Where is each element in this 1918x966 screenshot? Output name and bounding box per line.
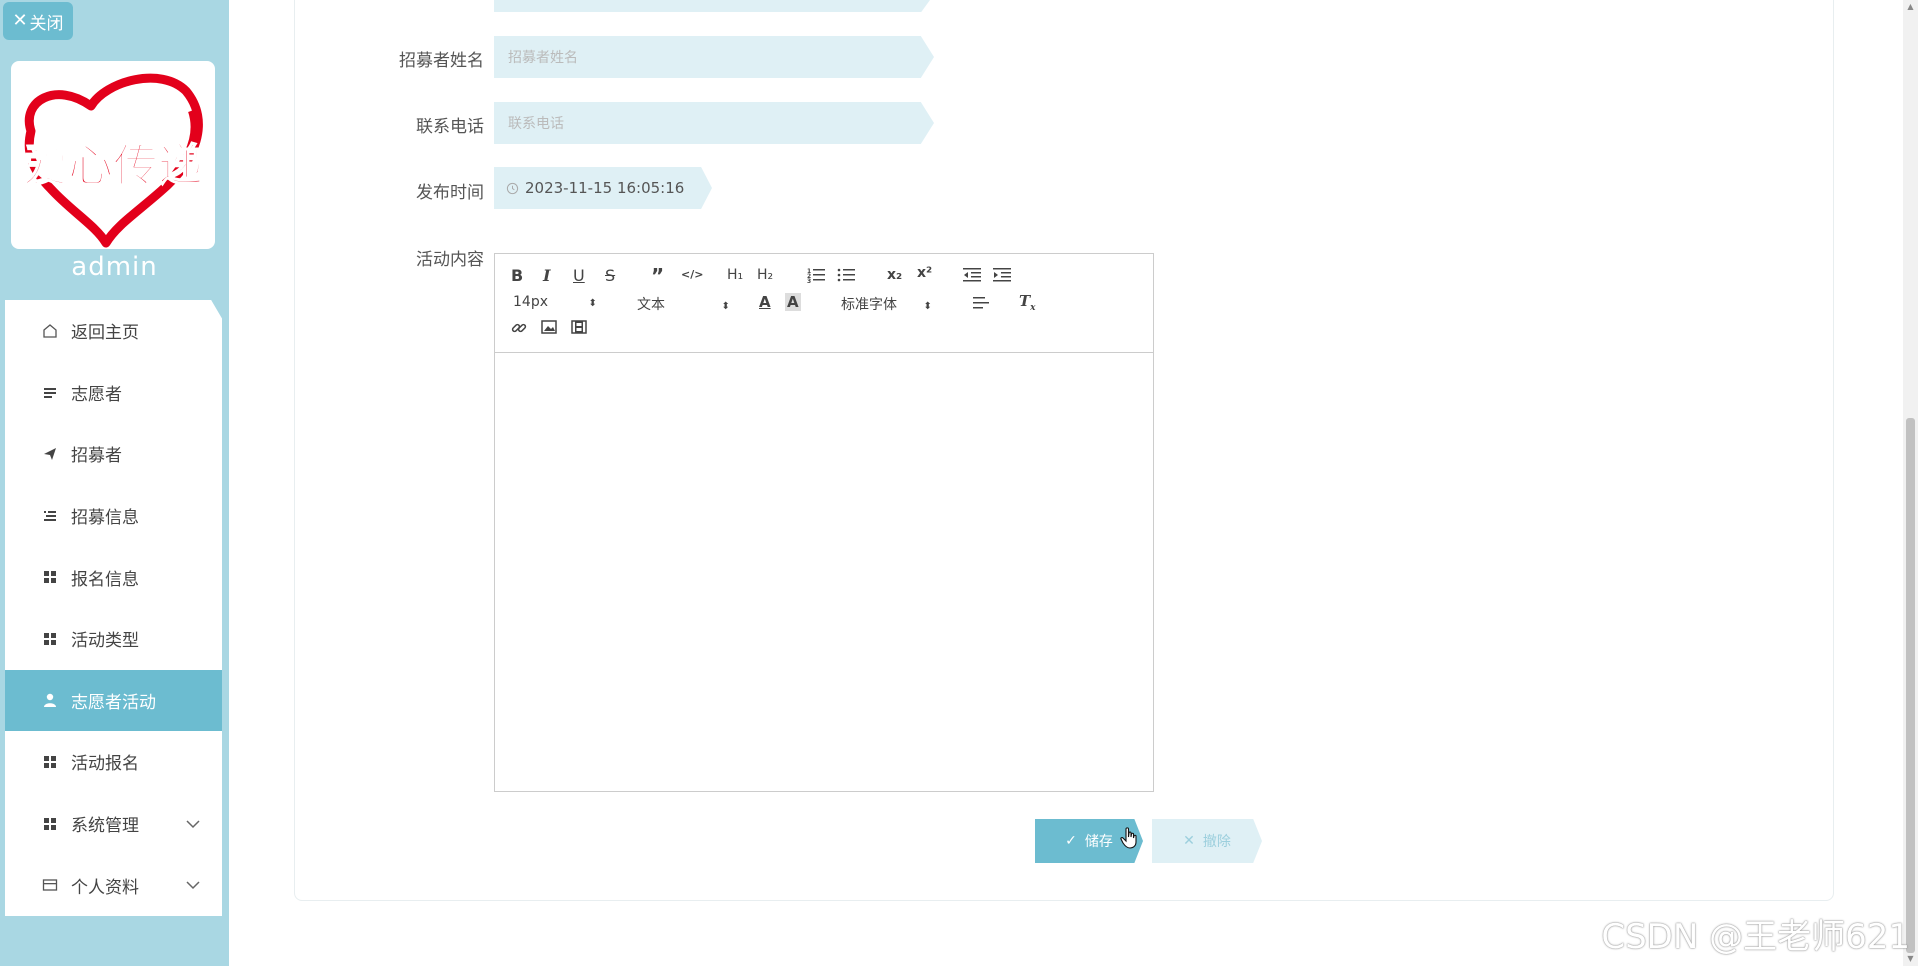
bold-icon[interactable]: B [511, 266, 523, 285]
sidebar-item-system[interactable]: 系统管理 [5, 793, 222, 855]
sidebar-item-label: 招募信息 [71, 508, 139, 529]
select-arrows-icon: ⬍ [721, 301, 730, 312]
code-icon[interactable]: </> [681, 268, 703, 281]
sidebar-item-volunteer-activity[interactable]: 志愿者活动 [5, 669, 222, 732]
phone-placeholder: 联系电话 [508, 116, 564, 132]
image-icon[interactable] [541, 320, 557, 334]
font-size-select[interactable]: 14px ⬍ [513, 294, 597, 310]
grid-icon [41, 753, 59, 771]
user-icon [41, 691, 59, 709]
heart-logo-icon: 爱心传递 [22, 73, 204, 248]
sidebar-item-signup-info[interactable]: 报名信息 [5, 546, 222, 608]
close-icon: ✕ [12, 10, 28, 31]
strikethrough-icon[interactable]: S [605, 266, 615, 285]
lines-icon [41, 383, 59, 401]
background-color-icon[interactable]: A [785, 293, 801, 311]
sidebar-item-label: 志愿者活动 [71, 692, 156, 713]
previous-field-input[interactable] [494, 0, 930, 12]
editor-toolbar: B I U S ” </> H₁ H₂ 123 x₂ x² 14px ⬍ 文本 … [495, 254, 1153, 353]
vertical-scrollbar[interactable]: ▲ ▼ [1903, 0, 1918, 966]
font-size-value: 14px [513, 294, 548, 310]
sidebar-menu: 返回主页 志愿者 招募者 招募信息 报名信息 活动类型 志愿者活动 活动报名 系… [5, 300, 222, 916]
align-icon[interactable] [973, 296, 989, 310]
app-window: ✕ 关闭 爱心传递 admin 返回主页 志愿者 招募者 招募信息 报名信息 活… [0, 0, 1918, 966]
sidebar-item-volunteer[interactable]: 志愿者 [5, 362, 222, 424]
font-family-select[interactable]: 标准字体 ⬍ [841, 294, 932, 314]
sidebar-item-label: 招募者 [71, 446, 122, 467]
logo-text: 爱心传递 [23, 139, 203, 192]
sidebar-item-recruit-info[interactable]: 招募信息 [5, 485, 222, 547]
sidebar-item-profile[interactable]: 个人资料 [5, 854, 222, 916]
content-label: 活动内容 [416, 250, 484, 270]
text-format-select[interactable]: 文本 ⬍ [637, 294, 730, 314]
clear-format-icon[interactable]: Tx [1019, 292, 1036, 313]
reset-label: 撤除 [1202, 834, 1231, 850]
phone-input[interactable]: 联系电话 [494, 102, 934, 144]
sidebar-item-activity-signup[interactable]: 活动报名 [5, 731, 222, 793]
publish-time-input[interactable]: 2023-11-15 16:05:16 [494, 167, 712, 209]
scroll-up-icon[interactable]: ▲ [1906, 2, 1915, 12]
italic-icon[interactable]: I [543, 266, 550, 285]
check-icon: ✓ [1065, 833, 1077, 849]
heading2-icon[interactable]: H₂ [757, 267, 773, 283]
close-button[interactable]: ✕ 关闭 [3, 2, 73, 40]
publish-time-value: 2023-11-15 16:05:16 [525, 179, 685, 197]
outdent-icon[interactable] [963, 267, 981, 283]
blockquote-icon[interactable]: ” [651, 264, 664, 288]
recruiter-name-input[interactable]: 招募者姓名 [494, 36, 934, 78]
select-arrows-icon: ⬍ [588, 298, 597, 309]
sidebar-item-label: 活动报名 [71, 754, 139, 775]
sidebar-item-label: 个人资料 [71, 877, 139, 898]
sidebar-item-label: 志愿者 [71, 384, 122, 405]
logo: 爱心传递 [11, 61, 215, 249]
underline-icon[interactable]: U [573, 266, 585, 285]
home-icon [41, 322, 59, 340]
font-family-value: 标准字体 [841, 297, 897, 313]
bullet-list-icon[interactable] [837, 267, 855, 283]
chevron-down-icon [186, 881, 200, 890]
font-color-icon[interactable]: A [759, 293, 771, 311]
svg-text:3: 3 [807, 278, 811, 283]
link-icon[interactable] [511, 320, 527, 336]
username: admin [71, 252, 158, 282]
hand-cursor-icon [1120, 827, 1137, 849]
sidebar-item-label: 系统管理 [71, 816, 139, 837]
sidebar-item-label: 返回主页 [71, 323, 139, 344]
indent-icon[interactable] [993, 267, 1011, 283]
phone-label: 联系电话 [416, 117, 484, 137]
recruiter-name-placeholder: 招募者姓名 [508, 50, 578, 66]
main-content: 招募者姓名 招募者姓名 联系电话 联系电话 发布时间 2023-11-15 16… [229, 0, 1918, 966]
publish-time-label: 发布时间 [416, 183, 484, 203]
sidebar: ✕ 关闭 爱心传递 admin 返回主页 志愿者 招募者 招募信息 报名信息 活… [0, 0, 229, 966]
rich-text-editor: B I U S ” </> H₁ H₂ 123 x₂ x² 14px ⬍ 文本 … [494, 253, 1154, 792]
superscript-icon[interactable]: x² [917, 265, 932, 281]
heading1-icon[interactable]: H₁ [727, 267, 743, 283]
save-label: 储存 [1084, 834, 1113, 850]
sidebar-item-home[interactable]: 返回主页 [5, 300, 222, 362]
watermark: CSDN @王老师621 [1601, 917, 1910, 957]
list-icon [41, 507, 59, 525]
select-arrows-icon: ⬍ [923, 301, 932, 312]
sidebar-item-label: 活动类型 [71, 631, 139, 652]
close-icon: ✕ [1183, 833, 1195, 849]
sidebar-item-label: 报名信息 [71, 569, 139, 590]
grid-icon [41, 630, 59, 648]
text-format-value: 文本 [637, 297, 665, 313]
sidebar-item-recruiter[interactable]: 招募者 [5, 423, 222, 485]
reset-button[interactable]: ✕ 撤除 [1152, 819, 1262, 863]
grid-icon [41, 568, 59, 586]
ordered-list-icon[interactable]: 123 [807, 267, 825, 283]
scrollbar-thumb[interactable] [1906, 418, 1915, 953]
card-icon [41, 876, 59, 894]
close-label: 关闭 [29, 13, 64, 34]
subscript-icon[interactable]: x₂ [887, 267, 902, 283]
video-icon[interactable] [571, 320, 587, 334]
chevron-down-icon [186, 820, 200, 828]
editor-content-area[interactable] [495, 353, 1153, 791]
grid-icon [41, 815, 59, 833]
send-icon [41, 445, 59, 463]
clock-icon [506, 182, 519, 194]
recruiter-name-label: 招募者姓名 [399, 51, 484, 71]
sidebar-item-activity-type[interactable]: 活动类型 [5, 608, 222, 670]
